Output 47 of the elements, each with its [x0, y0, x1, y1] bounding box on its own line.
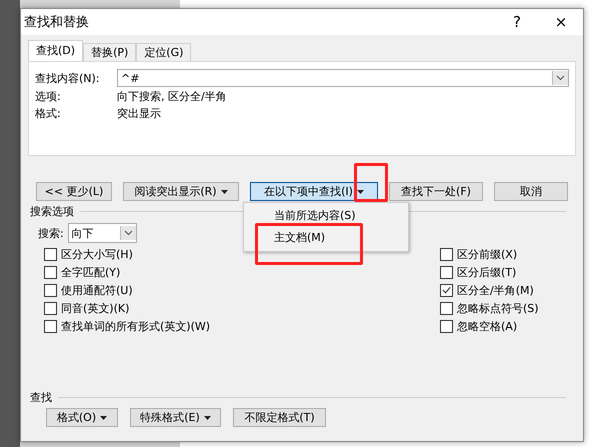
window-title: 查找和替换	[24, 14, 90, 31]
menu-item[interactable]: 主文档(M)	[244, 227, 408, 249]
info-value: 突出显示	[117, 106, 161, 121]
find-label: 查找内容(N):	[35, 70, 101, 86]
checkbox-label: 同音(英文)(K)	[61, 300, 130, 316]
checkbox-label: 区分大小写(H)	[61, 246, 133, 262]
action-button[interactable]: 取消	[494, 182, 568, 201]
checkbox-label: 查找单词的所有形式(英文)(W)	[61, 318, 210, 334]
highlight-box	[354, 163, 388, 202]
action-button[interactable]: 阅读突出显示(R)	[123, 182, 239, 201]
action-button[interactable]: 查找下一处(F)	[389, 182, 483, 201]
section-title: 查找	[30, 390, 52, 405]
tab[interactable]: 定位(G)	[136, 43, 192, 61]
checkbox[interactable]	[44, 266, 57, 278]
direction-label: 搜索:	[38, 226, 64, 240]
info-label: 选项:	[35, 89, 62, 104]
checkbox-label: 区分前缀(X)	[457, 246, 518, 262]
info-label: 格式:	[35, 106, 62, 121]
close-button[interactable]: ×	[539, 13, 583, 31]
info-value: 向下搜索, 区分全/半角	[117, 89, 227, 104]
checkbox-label: 全字匹配(Y)	[61, 264, 120, 280]
checkbox[interactable]	[440, 320, 453, 332]
checkbox[interactable]	[440, 248, 453, 260]
checkbox-label: 区分全/半角(M)	[457, 282, 534, 298]
checkbox-label: 使用通配符(U)	[61, 282, 133, 298]
checkbox[interactable]	[440, 266, 453, 278]
checkbox-label: 区分后缀(T)	[457, 264, 516, 280]
checkbox[interactable]	[44, 320, 57, 332]
checkbox[interactable]	[44, 248, 57, 260]
checkbox[interactable]	[44, 284, 57, 296]
action-button[interactable]: 在以下项中查找(I)	[250, 182, 378, 201]
checkbox[interactable]	[44, 302, 57, 314]
checkbox[interactable]	[440, 302, 453, 314]
tab[interactable]: 查找(D)	[28, 40, 84, 61]
direction-select[interactable]: 向下	[68, 223, 137, 243]
format-button[interactable]: 特殊格式(E)	[130, 408, 221, 427]
menu-item[interactable]: 当前所选内容(S)	[244, 205, 408, 227]
format-button[interactable]: 不限定格式(T)	[233, 408, 326, 427]
checkbox-label: 忽略空格(A)	[457, 318, 518, 334]
find-field[interactable]: ^#	[117, 69, 569, 87]
checkbox[interactable]	[440, 284, 453, 296]
action-button[interactable]: << 更少(L)	[36, 182, 112, 201]
format-button[interactable]: 格式(O)	[46, 408, 118, 427]
checkbox-label: 忽略标点符号(S)	[457, 300, 539, 316]
tab[interactable]: 替换(P)	[83, 43, 136, 61]
section-title: 搜索选项	[30, 204, 74, 219]
help-button[interactable]: ?	[495, 13, 539, 31]
